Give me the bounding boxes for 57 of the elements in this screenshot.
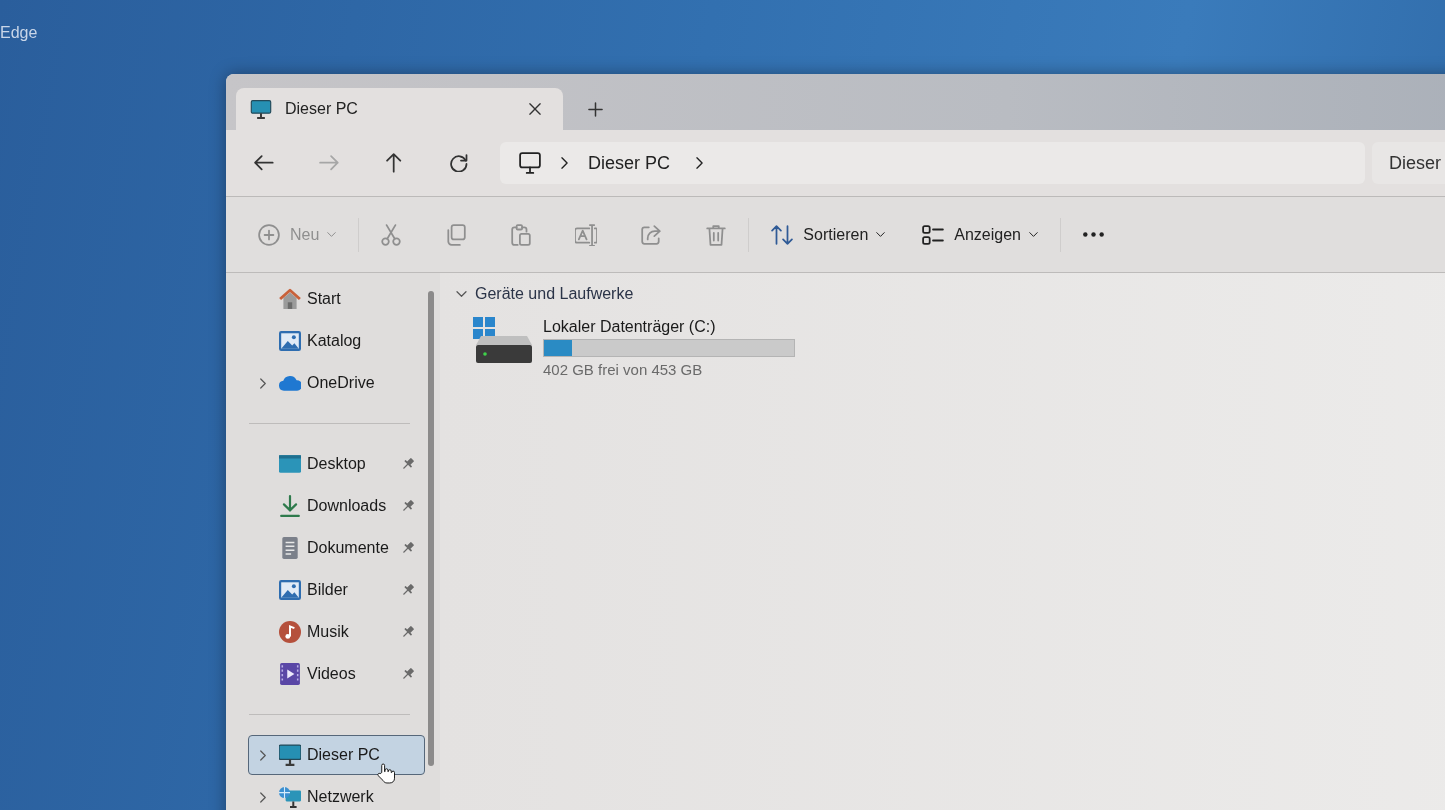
sidebar-item[interactable]: Dieser PC [248, 735, 425, 775]
home-icon [279, 288, 301, 310]
sidebar-item[interactable]: Start [248, 279, 425, 319]
sort-arrows-icon [771, 223, 794, 246]
scrollbar-thumb[interactable] [428, 291, 434, 766]
drive-space-text: 402 GB frei von 453 GB [543, 361, 704, 379]
sidebar-item[interactable]: Bilder [248, 570, 425, 610]
sidebar-item[interactable]: Katalog [248, 321, 425, 361]
close-icon [529, 103, 541, 115]
music-icon [279, 621, 301, 643]
tab[interactable]: Dieser PC [236, 88, 563, 130]
back-arrow-icon [254, 155, 274, 171]
rename-icon [575, 223, 598, 246]
clipboard-icon [510, 223, 533, 246]
chevron-down-icon [327, 232, 337, 237]
list-view-icon [922, 223, 945, 246]
sidebar-item[interactable]: Downloads [248, 486, 425, 526]
section-header[interactable]: Geräte und Laufwerke [456, 283, 634, 305]
search-field[interactable]: Dieser [1372, 142, 1445, 184]
sidebar-item[interactable]: Netzwerk [248, 777, 425, 810]
document-icon [279, 537, 301, 559]
share-icon [640, 223, 663, 246]
sort-button[interactable]: Sortieren [761, 214, 896, 255]
sidebar-item[interactable]: Dokumente [248, 528, 425, 568]
chevron-down-icon [876, 232, 886, 237]
view-button[interactable]: Anzeigen [912, 214, 1048, 255]
scissors-icon [380, 223, 403, 246]
network-icon [279, 786, 301, 808]
drive-icon [473, 317, 533, 364]
gallery-icon [279, 330, 301, 352]
forward-arrow-icon [319, 155, 339, 171]
breadcrumb[interactable]: Dieser PC [588, 152, 677, 174]
sidebar-item[interactable]: Desktop [248, 444, 425, 484]
more-dots-icon [1082, 232, 1104, 237]
picture-icon [279, 579, 301, 601]
sidebar-item[interactable]: OneDrive [248, 363, 425, 403]
chevron-down-icon [1029, 232, 1038, 237]
download-icon [279, 495, 301, 517]
monitor-icon [519, 152, 541, 174]
sidebar-item[interactable]: Musik [248, 612, 425, 652]
desktop-icon-label[interactable]: Edge [0, 24, 38, 42]
chevron-right-icon [561, 157, 568, 169]
monitor-icon [279, 744, 301, 766]
plus-circle-icon [258, 223, 280, 246]
desktop-icon [279, 453, 301, 475]
drive-name[interactable]: Lokaler Datenträger (C:) [543, 317, 795, 336]
refresh-icon [450, 153, 468, 173]
chevron-right-icon [696, 157, 704, 169]
video-icon [279, 663, 301, 685]
sidebar-item[interactable]: Videos [248, 654, 425, 694]
monitor-icon [250, 99, 272, 119]
plus-icon [587, 101, 603, 117]
copy-icon [445, 223, 468, 246]
up-arrow-icon [386, 153, 402, 173]
trash-icon [705, 223, 728, 246]
hand-cursor-icon [377, 762, 395, 785]
address-bar[interactable]: Dieser PC [500, 142, 1365, 184]
